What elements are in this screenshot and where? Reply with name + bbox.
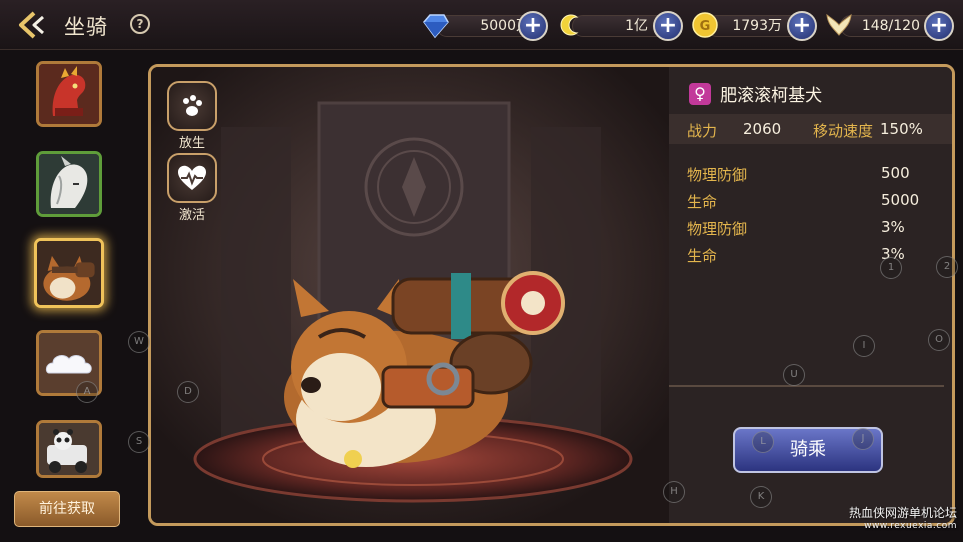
attribute-value: 3% [881,218,905,236]
key-hint-w: W [128,331,150,353]
mount-display-frame: 放生 激活 ♀ 肥滚滚柯基犬 战力 2060 移动速度 150% 物理防御 50… [148,64,955,526]
key-hint-a: A [76,381,98,403]
watermark-title: 热血侠网游单机论坛 [848,506,957,520]
mount-slot-white-wolf[interactable] [36,151,102,217]
key-hint-o: O [928,329,950,351]
release-label: 放生 [178,136,205,151]
gold-coin-icon: G [692,12,718,38]
token-currency: 1亿 + [556,11,686,41]
stamina-currency: 148/120 + [824,11,958,41]
page-title: 坐骑 [64,15,108,39]
help-button[interactable]: ? [130,14,150,34]
svg-text:G: G [700,19,711,34]
gold-currency: G 1793万 + [690,11,820,41]
white-wolf-icon [39,154,99,214]
mount-slot-red-horse[interactable] [36,61,102,127]
mount-name: 肥滚滚柯基犬 [720,86,823,106]
key-hint-h: H [663,481,685,503]
key-hint-d: D [177,381,199,403]
mount-name-row: ♀ 肥滚滚柯基犬 [689,81,822,111]
add-token-button[interactable]: + [653,11,683,41]
speed-value: 150% [880,120,923,138]
attribute-value: 5000 [881,191,920,209]
key-hint-i: I [853,335,875,357]
release-button[interactable] [167,81,217,131]
panda-cart-icon [39,423,99,475]
gold-value: 1793万 [732,18,782,34]
key-hint-2: 2 [936,256,958,278]
activate-action[interactable]: 激活 [165,153,219,223]
crescent-token-icon [560,14,579,36]
attribute-name: 生命 [687,193,718,211]
add-stamina-button[interactable]: + [924,11,954,41]
power-value: 2060 [743,120,782,138]
mount-slot-corgi[interactable] [34,238,104,308]
key-hint-u: U [783,364,805,386]
diamond-icon [423,14,449,39]
wings-stamina-icon [826,13,852,36]
attribute-name: 物理防御 [687,220,748,238]
mount-stage-scene [151,67,669,523]
activate-label: 激活 [178,208,205,223]
mount-stats-panel: ♀ 肥滚滚柯基犬 战力 2060 移动速度 150% 物理防御 500 生命 5… [669,67,952,523]
stamina-value: 148/120 [861,18,920,34]
mount-slot-panda-cart[interactable] [36,420,102,478]
attribute-name: 物理防御 [687,166,748,184]
red-horse-icon [39,64,99,124]
key-hint-k: K [750,486,772,508]
attribute-name: 生命 [687,247,718,265]
power-label: 战力 [687,122,718,140]
heartbeat-icon [178,165,206,190]
mount-stage [151,67,669,523]
key-hint-j: J [852,428,874,450]
back-button[interactable] [16,10,48,40]
diamond-currency: 5000万 + [420,11,550,41]
speed-label: 移动速度 [813,122,874,140]
key-hint-1: 1 [880,257,902,279]
key-hint-s: S [128,431,150,453]
female-icon: ♀ [689,82,711,105]
attribute-value: 500 [881,164,910,182]
top-bar: 坐骑 ? 5000万 + 1亿 + G 1793万 + 148/120 + [0,0,963,50]
token-value: 1亿 [625,18,648,34]
add-gold-button[interactable]: + [787,11,817,41]
activate-button[interactable] [167,153,217,203]
add-diamond-button[interactable]: + [518,11,548,41]
core-stats-bar: 战力 2060 移动速度 150% [669,114,952,144]
watermark-url: www.rexuexia.com [864,521,957,531]
corgi-icon [37,241,101,305]
watermark: 热血侠网游单机论坛 www.rexuexia.com [849,504,957,531]
key-hint-l: L [752,431,774,453]
release-action[interactable]: 放生 [165,81,219,151]
back-arrow-icon [19,11,44,39]
panel-divider [669,385,944,387]
go-obtain-button[interactable]: 前往获取 [14,491,120,527]
paw-icon [183,95,202,116]
